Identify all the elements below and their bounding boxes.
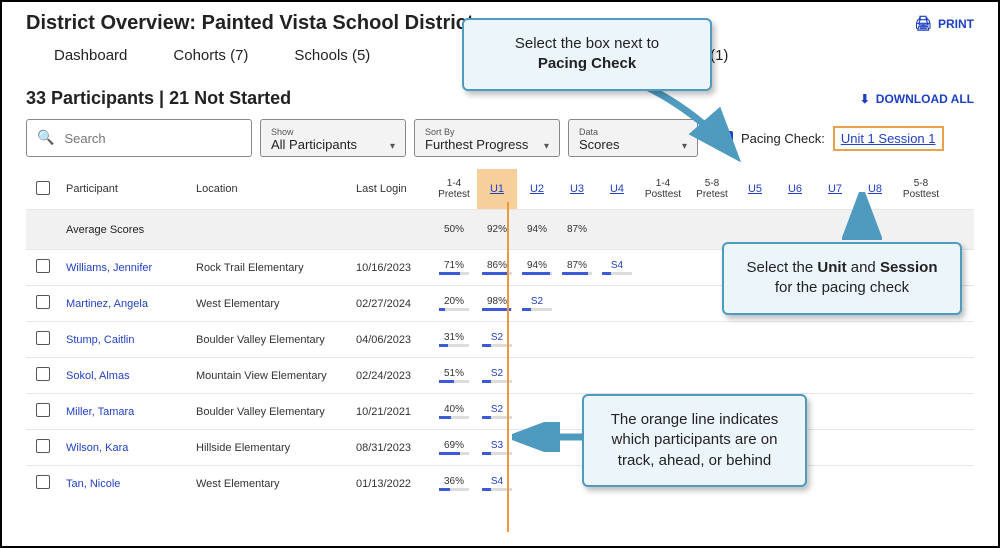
- session-link[interactable]: S2: [491, 404, 503, 415]
- arrow-icon: [842, 192, 882, 244]
- location-cell: West Elementary: [196, 478, 356, 490]
- arrow-icon: [637, 82, 747, 162]
- location-cell: Boulder Valley Elementary: [196, 334, 356, 346]
- tab-schools[interactable]: Schools (5): [294, 47, 370, 64]
- location-cell: West Elementary: [196, 298, 356, 310]
- pacing-label: Pacing Check:: [741, 131, 825, 146]
- col-u6-link[interactable]: U6: [775, 183, 815, 195]
- tab-cohorts[interactable]: Cohorts (7): [173, 47, 248, 64]
- tab-dashboard[interactable]: Dashboard: [54, 47, 127, 64]
- col-u2-link[interactable]: U2: [517, 183, 557, 195]
- participant-link[interactable]: Tan, Nicole: [66, 478, 196, 490]
- session-link[interactable]: S3: [491, 440, 503, 451]
- col-u5-link[interactable]: U5: [735, 183, 775, 195]
- table-header: Participant Location Last Login 1-4Prete…: [26, 169, 974, 209]
- col-location: Location: [196, 183, 356, 195]
- last-login-cell: 08/31/2023: [356, 442, 431, 454]
- location-cell: Hillside Elementary: [196, 442, 356, 454]
- row-checkbox[interactable]: [36, 475, 50, 489]
- callout-pacing-checkbox: Select the box next to Pacing Check: [462, 18, 712, 91]
- print-button[interactable]: PRINT: [914, 15, 974, 32]
- show-dropdown[interactable]: Show All Participants: [260, 119, 406, 157]
- pacing-indicator-line: [507, 202, 509, 532]
- last-login-cell: 01/13/2022: [356, 478, 431, 490]
- print-icon: [914, 15, 932, 32]
- col-pretest14: 1-4Pretest: [431, 178, 477, 200]
- row-checkbox[interactable]: [36, 403, 50, 417]
- col-pretest58: 5-8Pretest: [689, 178, 735, 200]
- session-link[interactable]: S4: [491, 476, 503, 487]
- col-u3-link[interactable]: U3: [557, 183, 597, 195]
- location-cell: Rock Trail Elementary: [196, 262, 356, 274]
- pacing-unit-session-link[interactable]: Unit 1 Session 1: [833, 126, 944, 151]
- participant-link[interactable]: Miller, Tamara: [66, 406, 196, 418]
- table-row: Tan, NicoleWest Elementary01/13/202236%S…: [26, 465, 974, 501]
- search-icon: [37, 129, 54, 147]
- participant-link[interactable]: Wilson, Kara: [66, 442, 196, 454]
- table-row: Miller, TamaraBoulder Valley Elementary1…: [26, 393, 974, 429]
- select-all-checkbox[interactable]: [36, 181, 50, 195]
- table-row: Sokol, AlmasMountain View Elementary02/2…: [26, 357, 974, 393]
- session-link[interactable]: S2: [491, 368, 503, 379]
- download-icon: [860, 92, 870, 106]
- pacing-check-group: Pacing Check: Unit 1 Session 1: [718, 126, 944, 151]
- download-all-button[interactable]: DOWNLOAD ALL: [860, 92, 974, 106]
- participant-link[interactable]: Sokol, Almas: [66, 370, 196, 382]
- participants-table: Participant Location Last Login 1-4Prete…: [26, 169, 974, 501]
- participant-link[interactable]: Martinez, Angela: [66, 298, 196, 310]
- row-checkbox[interactable]: [36, 367, 50, 381]
- show-label: Show: [271, 128, 395, 137]
- col-u1-link[interactable]: U1: [490, 183, 504, 195]
- col-last-login: Last Login: [356, 183, 431, 195]
- table-row: Wilson, KaraHillside Elementary08/31/202…: [26, 429, 974, 465]
- chevron-down-icon: [544, 137, 549, 152]
- page-title: District Overview: Painted Vista School …: [26, 12, 474, 35]
- arrow-icon: [512, 422, 588, 452]
- sort-label: Sort By: [425, 128, 549, 137]
- col-participant: Participant: [66, 183, 196, 195]
- participant-link[interactable]: Stump, Caitlin: [66, 334, 196, 346]
- participants-title: 33 Participants | 21 Not Started: [26, 88, 291, 109]
- controls-row: Show All Participants Sort By Furthest P…: [26, 119, 974, 157]
- location-cell: Mountain View Elementary: [196, 370, 356, 382]
- col-posttest58: 5-8Posttest: [895, 178, 947, 200]
- chevron-down-icon: [390, 137, 395, 152]
- session-link[interactable]: S2: [491, 332, 503, 343]
- last-login-cell: 10/16/2023: [356, 262, 431, 274]
- table-row: Stump, CaitlinBoulder Valley Elementary0…: [26, 321, 974, 357]
- callout-unit-session: Select the Unit and Session for the paci…: [722, 242, 962, 315]
- callout-orange-line: The orange line indicates which particip…: [582, 394, 807, 487]
- row-checkbox[interactable]: [36, 295, 50, 309]
- avg-label: Average Scores: [66, 224, 196, 236]
- last-login-cell: 04/06/2023: [356, 334, 431, 346]
- session-link[interactable]: S2: [531, 296, 543, 307]
- row-checkbox[interactable]: [36, 259, 50, 273]
- search-input[interactable]: [64, 131, 241, 146]
- row-checkbox[interactable]: [36, 331, 50, 345]
- location-cell: Boulder Valley Elementary: [196, 406, 356, 418]
- last-login-cell: 02/24/2023: [356, 370, 431, 382]
- participant-link[interactable]: Williams, Jennifer: [66, 262, 196, 274]
- last-login-cell: 02/27/2024: [356, 298, 431, 310]
- row-checkbox[interactable]: [36, 439, 50, 453]
- sort-dropdown[interactable]: Sort By Furthest Progress: [414, 119, 560, 157]
- session-link[interactable]: S4: [611, 260, 623, 271]
- col-posttest14: 1-4Posttest: [637, 178, 689, 200]
- search-box[interactable]: [26, 119, 252, 157]
- last-login-cell: 10/21/2021: [356, 406, 431, 418]
- col-u4-link[interactable]: U4: [597, 183, 637, 195]
- subheader: 33 Participants | 21 Not Started DOWNLOA…: [26, 88, 974, 109]
